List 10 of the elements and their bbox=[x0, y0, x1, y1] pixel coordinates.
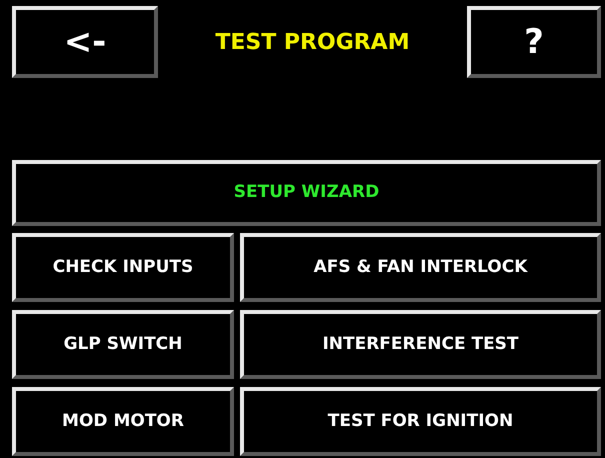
help-button[interactable]: ? bbox=[467, 6, 601, 78]
test-button[interactable]: GLP SWITCH bbox=[12, 310, 234, 379]
test-button[interactable]: AFS & FAN INTERLOCK bbox=[240, 233, 601, 302]
setup-wizard-button[interactable]: SETUP WIZARD bbox=[12, 160, 601, 226]
test-button[interactable]: TEST FOR IGNITION bbox=[240, 387, 601, 456]
test-button[interactable]: INTERFERENCE TEST bbox=[240, 310, 601, 379]
screen-title: TEST PROGRAM bbox=[214, 28, 411, 56]
back-button[interactable]: <- bbox=[12, 6, 158, 78]
test-button[interactable]: MOD MOTOR bbox=[12, 387, 234, 456]
test-button[interactable]: CHECK INPUTS bbox=[12, 233, 234, 302]
